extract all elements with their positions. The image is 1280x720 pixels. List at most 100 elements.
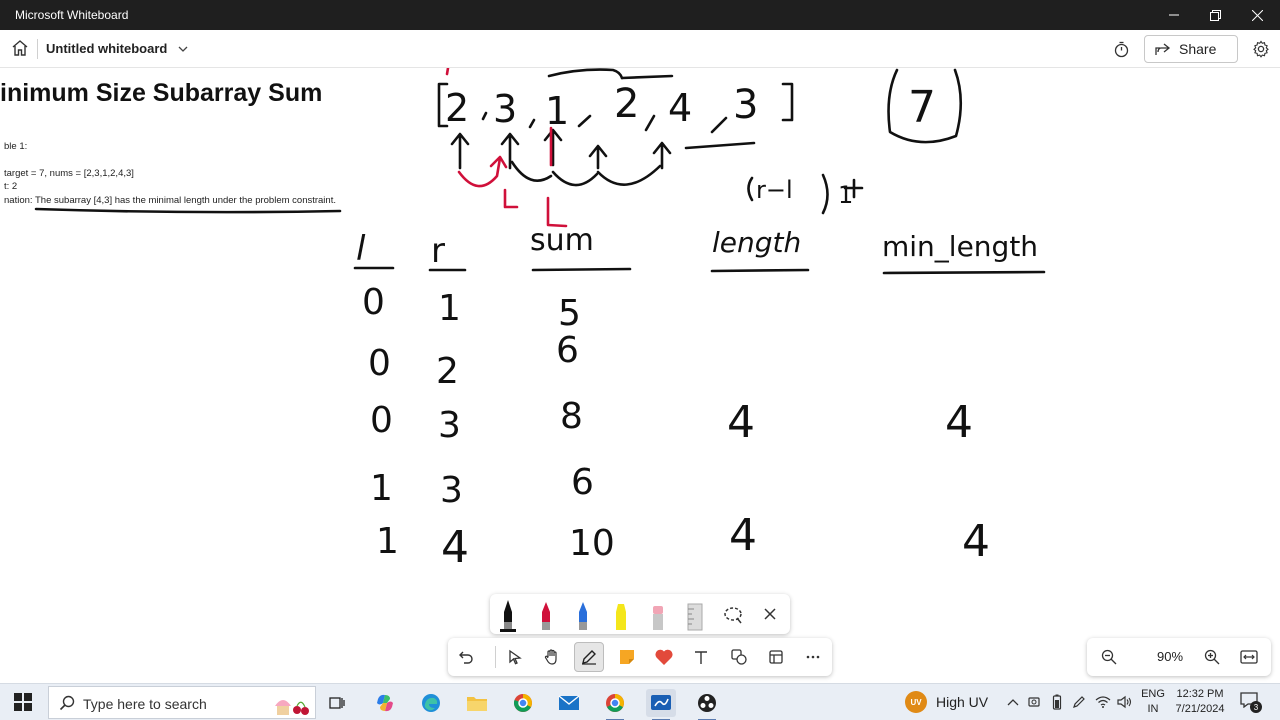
file-explorer-button[interactable] [462,689,492,717]
more-icon [806,655,820,659]
mail-icon [558,695,580,710]
pan-tool[interactable] [537,642,567,672]
timer-button[interactable] [1110,38,1132,60]
close-window-button[interactable] [1234,0,1280,30]
battery-icon [1052,694,1062,710]
hand-icon [544,649,557,665]
cell-sum: 8 [560,396,583,437]
undo-button[interactable] [451,642,481,672]
undo-icon [459,651,473,664]
cell-l: 1 [376,521,399,562]
more-button[interactable] [798,642,828,672]
pen-red-icon[interactable] [534,598,558,632]
taskbar-search-box[interactable]: Type here to search [48,686,316,719]
task-view-button[interactable] [322,689,352,717]
minimize-button[interactable] [1151,0,1197,30]
timer-icon [1114,41,1128,57]
document-title[interactable]: Untitled whiteboard [46,41,167,56]
templates-tool[interactable] [761,642,791,672]
weather-uv-icon: UV [905,691,927,713]
pen-blue-icon[interactable] [571,598,595,632]
eraser-icon[interactable] [646,598,670,632]
restore-button[interactable] [1192,0,1238,30]
text-tool[interactable] [686,642,716,672]
speaker-icon [1117,695,1132,709]
share-icon [1155,43,1171,55]
chevron-down-icon[interactable] [177,42,189,60]
ruler-icon[interactable] [683,598,707,632]
lasso-select-icon[interactable] [721,598,745,632]
inking-tool[interactable] [574,642,604,672]
cell-sum: 6 [556,330,579,371]
cell-r: 4 [441,522,469,573]
whiteboard-taskbar-button[interactable] [646,689,676,720]
cell-r: 3 [440,470,463,511]
copilot-icon [377,694,393,712]
sticky-note-tool[interactable] [612,642,642,672]
meet-now-button[interactable] [1026,693,1044,711]
tray-overflow-button[interactable] [1004,693,1022,711]
chrome-profile-button[interactable] [600,689,630,720]
edge-browser-button[interactable] [416,689,446,717]
chrome-icon [606,694,624,712]
zoom-out-icon [1101,649,1117,665]
system-clock[interactable]: 12:32 PM 7/21/2024 [1172,687,1228,717]
settings-button[interactable] [1250,38,1272,60]
battery-indicator[interactable] [1048,693,1066,711]
table-layer: 0 1 5 0 2 6 0 3 8 4 4 1 3 6 1 4 10 4 4 [362,282,990,573]
chrome-icon [514,694,532,712]
sticky-note-icon [620,650,634,664]
whiteboard-icon [651,695,671,710]
folder-icon [467,697,487,711]
text-icon [695,651,707,664]
mail-button[interactable] [554,689,584,717]
weather-text: High UV [936,694,989,710]
cell-l: 1 [370,468,393,509]
chrome-button[interactable] [508,689,538,717]
highlighter-icon[interactable] [609,598,633,632]
chevron-up-icon [1007,699,1019,706]
share-button[interactable]: Share [1144,35,1238,63]
window-title: Microsoft Whiteboard [15,8,129,22]
pen-menu-button[interactable] [1070,693,1088,711]
reactions-tool[interactable] [649,642,679,672]
copilot-button[interactable] [370,689,400,717]
zoom-out-button[interactable] [1099,647,1119,667]
cell-min-length: 4 [945,397,973,448]
fit-screen-icon [1240,650,1258,664]
close-icon[interactable] [758,598,782,632]
cell-length: 4 [727,397,755,448]
toolbar-divider [37,39,38,59]
obs-icon [698,694,716,712]
dock-divider [495,646,496,668]
wifi-icon [1095,696,1111,708]
search-icon [59,695,75,711]
cell-r: 1 [438,288,461,329]
clock-date: 7/21/2024 [1175,703,1225,715]
cell-sum: 10 [569,523,615,564]
language-code: ENG [1141,688,1165,700]
zoom-in-button[interactable] [1202,647,1222,667]
input-language[interactable]: ENG IN [1140,687,1166,717]
zoom-level[interactable]: 90% [1147,649,1193,664]
home-icon [12,40,28,56]
whiteboard-canvas[interactable]: inimum Size Subarray Sum ble 1: target =… [0,68,1280,683]
webcam-icon [1028,697,1040,707]
obs-button[interactable] [692,689,722,720]
zoom-control: 90% [1087,638,1271,676]
windows-start-icon[interactable] [14,693,32,711]
cell-l: 0 [362,282,385,323]
weather-widget[interactable]: UV High UV [905,691,988,713]
zoom-in-icon [1204,649,1220,665]
search-placeholder: Type here to search [83,696,207,712]
cell-sum: 5 [558,293,581,334]
pen-black-icon[interactable] [496,598,520,632]
wifi-indicator[interactable] [1094,693,1112,711]
volume-indicator[interactable] [1116,693,1134,711]
notification-center-button[interactable]: 3 [1240,692,1262,713]
fit-to-screen-button[interactable] [1239,647,1259,667]
select-tool[interactable] [500,642,530,672]
shapes-tool[interactable] [724,642,754,672]
home-button[interactable] [8,36,32,60]
cell-length: 4 [729,510,757,561]
